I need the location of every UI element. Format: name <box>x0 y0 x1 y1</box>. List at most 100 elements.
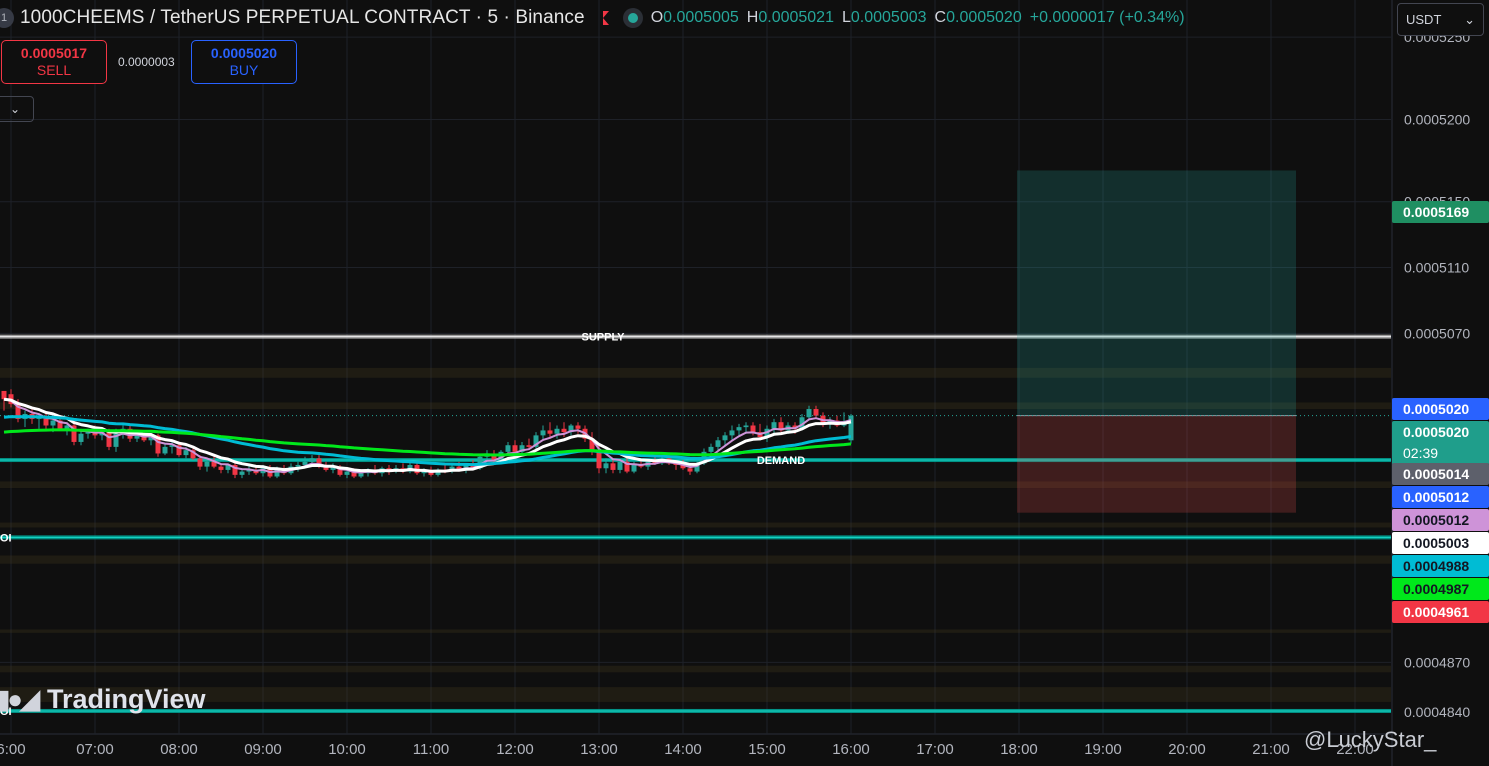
x-tick-label: 07:00 <box>76 741 114 758</box>
candle-body <box>505 445 511 452</box>
stop-zone <box>1017 415 1296 513</box>
buy-label: BUY <box>229 62 259 78</box>
x-tick-label: 18:00 <box>1000 741 1038 758</box>
zone-label: SUPPLY <box>581 332 625 344</box>
faint-zone <box>0 555 1391 564</box>
x-tick-label: 14:00 <box>664 741 702 758</box>
x-tick-label: 09:00 <box>244 741 282 758</box>
x-tick-label: 08:00 <box>160 741 198 758</box>
currency-select[interactable]: USDT ⌄ <box>1397 3 1484 36</box>
candle-body <box>708 446 714 452</box>
zone-label: OI <box>0 532 12 544</box>
ma-line <box>3 415 852 467</box>
candle-body <box>239 471 245 475</box>
candle-body <box>106 432 112 447</box>
candle-body <box>218 466 224 470</box>
candle-body <box>575 425 581 429</box>
flag-icon[interactable] <box>602 11 609 25</box>
ohlc-high-key: H <box>746 9 759 26</box>
candle-body <box>729 430 735 436</box>
candle-body <box>715 440 721 447</box>
candle-body <box>771 422 777 429</box>
y-tick-label: 0.0005070 <box>1404 325 1470 341</box>
candle-body <box>295 464 301 467</box>
candle-body <box>204 461 210 467</box>
sell-label: SELL <box>36 62 72 78</box>
tradingview-brand: TradingView <box>47 684 206 714</box>
zone-label: DEMAND <box>757 455 805 467</box>
candle-body <box>358 473 364 477</box>
price-tag-value: 0.0005014 <box>1403 466 1469 482</box>
price-tag-value: 0.0005169 <box>1403 204 1469 220</box>
chevron-down-icon: ⌄ <box>1464 11 1475 27</box>
candle-body <box>78 433 84 442</box>
candle-body <box>197 458 203 467</box>
price-tag-value: 0.0005012 <box>1403 512 1469 528</box>
long-position-tool[interactable] <box>1017 170 1296 513</box>
x-tick-label: 20:00 <box>1168 741 1206 758</box>
candle-body <box>687 468 693 472</box>
chevron-down-icon: ⌄ <box>9 102 21 116</box>
candle-body <box>750 425 756 433</box>
pane-badge: 1 <box>0 8 14 28</box>
faint-zone <box>0 687 1391 702</box>
candle-body <box>512 445 518 452</box>
candle-body <box>561 428 567 433</box>
currency-value: USDT <box>1406 12 1442 27</box>
candle-body <box>631 464 637 472</box>
price-tag-value: 0.0004961 <box>1403 604 1469 620</box>
candle-body <box>344 471 350 475</box>
ohlc-high-value: 0.0005021 <box>758 9 834 26</box>
price-tag-value: 0.0005020 <box>1403 401 1469 417</box>
candle-body <box>596 451 602 469</box>
y-tick-label: 0.0005110 <box>1404 260 1469 276</box>
x-tick-label: 10:00 <box>328 741 366 758</box>
candle-body <box>736 427 742 431</box>
candle-body <box>603 463 609 469</box>
candle-body <box>309 458 315 462</box>
ohlc-low-key: L <box>841 9 851 26</box>
symbol-title[interactable]: 1000CHEEMS / TetherUS PERPETUAL CONTRACT… <box>20 7 585 29</box>
candle-body <box>610 463 616 470</box>
candle-body <box>183 450 189 456</box>
x-tick-label: 6:00 <box>0 741 26 758</box>
candle-body <box>554 428 560 434</box>
tradingview-logo-icon: ▮●◢ <box>0 684 40 714</box>
spread-value: 0.0000003 <box>118 55 175 69</box>
candle-body <box>722 435 728 441</box>
candle-body <box>50 420 56 426</box>
x-tick-label: 21:00 <box>1252 741 1290 758</box>
price-tag-value: 0.0005012 <box>1403 489 1469 505</box>
candle-body <box>813 409 819 416</box>
tradingview-watermark: ▮●◢ TradingView <box>0 684 206 715</box>
price-tag-value: 0.0005020 <box>1403 424 1469 440</box>
faint-zone <box>0 665 1391 673</box>
ohlc-low-value: 0.0005003 <box>850 9 927 26</box>
candle-body <box>617 461 623 470</box>
candle-body <box>526 445 532 447</box>
ohlc-close-value: 0.0005020 <box>946 9 1022 26</box>
candle-body <box>540 430 546 436</box>
buy-price: 0.0005020 <box>210 45 278 61</box>
candle-body <box>162 446 168 454</box>
ohlc-open-key: O <box>650 9 664 26</box>
time-axis[interactable]: 6:00 07:00 08:00 09:00 10:00 11:00 12:00 13:00 1… <box>0 741 1374 758</box>
sell-button[interactable]: 0.0005017 SELL <box>1 40 107 84</box>
x-tick-label: 16:00 <box>832 741 870 758</box>
target-zone <box>1017 170 1296 416</box>
ohlc-close-key: C <box>934 9 947 26</box>
faint-zone <box>0 629 1391 633</box>
x-tick-label: 19:00 <box>1084 741 1122 758</box>
author-credit: @LuckyStar_ <box>1304 727 1437 752</box>
x-tick-label: 17:00 <box>916 741 954 758</box>
price-change: +0.0000017 (+0.34%) <box>1029 9 1185 26</box>
y-tick-label: 0.0004870 <box>1404 654 1470 670</box>
x-tick-label: 12:00 <box>496 741 534 758</box>
ohlc-open-value: 0.0005005 <box>663 9 739 26</box>
candle-body <box>743 425 749 428</box>
y-tick-label: 0.0005200 <box>1404 111 1470 127</box>
collapse-button[interactable]: ⌄ <box>0 96 34 122</box>
price-chart[interactable]: SUPPLYDEMANDOIOI 0.00052500.00052000.000… <box>0 0 1489 766</box>
buy-button[interactable]: 0.0005020 BUY <box>191 40 297 84</box>
price-tag-value: 0.0004988 <box>1403 558 1469 574</box>
